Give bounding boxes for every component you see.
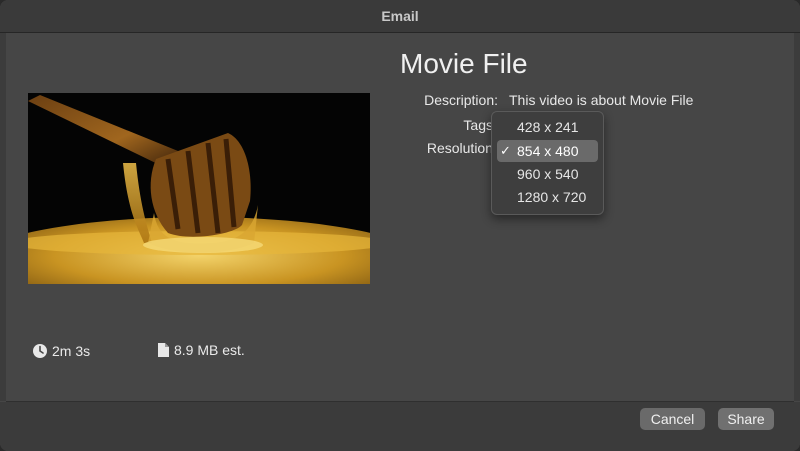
resolution-option-label: 428 x 241: [517, 119, 579, 135]
resolution-option-428x241[interactable]: 428 x 241: [497, 116, 598, 138]
email-share-dialog: Email Movie File Description: This video…: [0, 0, 800, 451]
resolution-dropdown-menu[interactable]: 428 x 241 ✓ 854 x 480 960 x 540 1280 x 7…: [491, 111, 604, 215]
description-label: Description:: [424, 92, 498, 108]
project-title[interactable]: Movie File: [400, 48, 528, 80]
video-thumbnail: [28, 93, 370, 284]
resolution-label: Resolution: [426, 140, 493, 156]
file-size-value: 8.9 MB est.: [174, 342, 245, 358]
resolution-option-label: 1280 x 720: [517, 189, 587, 205]
title-divider: [0, 32, 800, 33]
resolution-option-label: 960 x 540: [517, 166, 579, 182]
checkmark-icon: ✓: [500, 143, 511, 158]
resolution-option-1280x720[interactable]: 1280 x 720: [497, 186, 598, 208]
title-bar: Email: [0, 0, 800, 32]
resolution-option-854x480[interactable]: ✓ 854 x 480: [497, 140, 598, 162]
left-edge: [0, 33, 6, 401]
tags-label: Tags: [463, 117, 493, 133]
clock-icon: [33, 344, 47, 358]
share-button[interactable]: Share: [718, 408, 774, 430]
cancel-button[interactable]: Cancel: [640, 408, 705, 430]
resolution-option-960x540[interactable]: 960 x 540: [497, 163, 598, 185]
document-icon: [158, 343, 169, 357]
honey-dipper-image: [28, 93, 370, 284]
window-title: Email: [381, 8, 419, 24]
description-value[interactable]: This video is about Movie File: [509, 92, 693, 108]
duration-info: 2m 3s: [32, 343, 90, 359]
duration-value: 2m 3s: [52, 343, 91, 359]
file-size-info: 8.9 MB est.: [157, 342, 245, 358]
resolution-option-label: 854 x 480: [517, 143, 579, 159]
right-edge: [794, 33, 800, 401]
